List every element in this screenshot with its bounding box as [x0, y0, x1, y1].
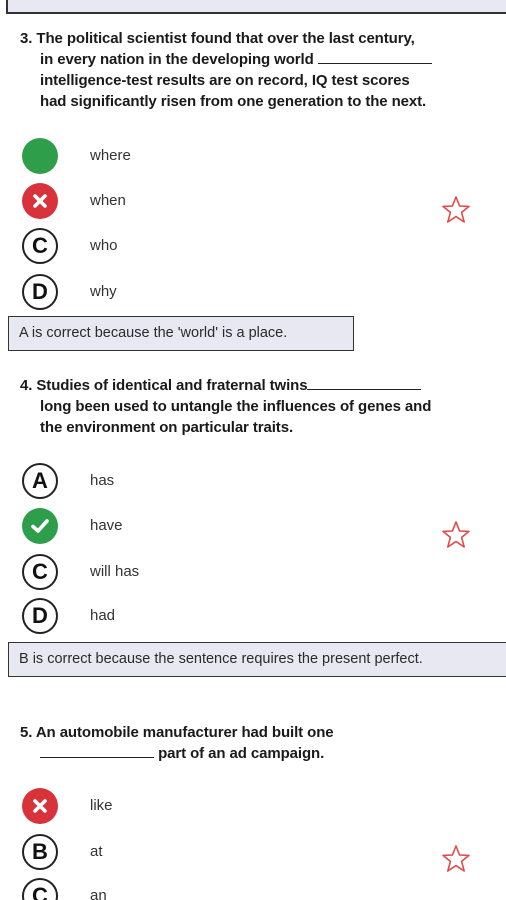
- previous-explanation-box: [6, 0, 506, 14]
- q4-option-d[interactable]: D had: [22, 598, 322, 636]
- q3-option-c[interactable]: C who: [22, 228, 322, 266]
- option-letter-badge: C: [22, 228, 58, 264]
- q5-option-b[interactable]: B at: [22, 834, 322, 872]
- answer-blank: [317, 49, 432, 64]
- x-circle-icon: [22, 183, 58, 219]
- bookmark-star-icon[interactable]: [441, 195, 471, 225]
- option-letter-badge: A: [22, 463, 58, 499]
- question-number: 4.: [20, 377, 33, 394]
- option-letter-badge: C: [22, 878, 58, 900]
- q5-option-c[interactable]: C an: [22, 878, 322, 900]
- x-circle-icon: [22, 788, 58, 824]
- answer-blank: [307, 375, 422, 390]
- q3-option-b[interactable]: when: [22, 183, 322, 221]
- q3-option-a[interactable]: where: [22, 138, 322, 176]
- option-letter-badge: D: [22, 598, 58, 634]
- option-letter-badge: C: [22, 554, 58, 590]
- option-letter-badge: D: [22, 274, 58, 310]
- explanation-box: A is correct because the 'world' is a pl…: [8, 316, 354, 351]
- bookmark-star-icon[interactable]: [441, 844, 471, 874]
- q5-option-a[interactable]: like: [22, 788, 322, 826]
- option-letter-badge: B: [22, 834, 58, 870]
- correct-option-icon: [22, 138, 58, 174]
- q4-option-b[interactable]: have: [22, 508, 322, 546]
- question-3-text: 3. The political scientist found that ov…: [20, 28, 506, 112]
- answer-blank: [40, 743, 154, 758]
- bookmark-star-icon[interactable]: [441, 520, 471, 550]
- q3-option-d[interactable]: D why: [22, 274, 322, 312]
- question-number: 3.: [20, 30, 33, 47]
- check-circle-icon: [22, 508, 58, 544]
- explanation-box: B is correct because the sentence requir…: [8, 642, 506, 677]
- question-4-text: 4. Studies of identical and fraternal tw…: [20, 375, 432, 436]
- question-number: 5.: [20, 724, 33, 741]
- question-5-text: 5. An automobile manufacturer had built …: [20, 724, 334, 762]
- q4-option-c[interactable]: C will has: [22, 554, 322, 592]
- q4-option-a[interactable]: A has: [22, 463, 322, 501]
